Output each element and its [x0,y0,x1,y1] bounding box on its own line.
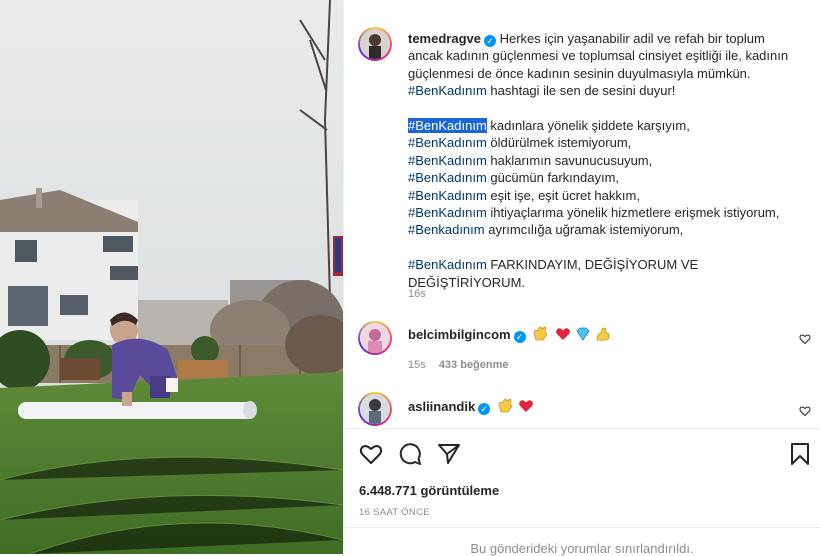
caption-text: ihtiyaçlarıma yönelik hizmetlere erişmek… [486,205,780,221]
comment-likes[interactable]: 433 beğenme [439,359,509,371]
heart-emoji [556,328,571,340]
hashtag-link[interactable]: #Benkadınım [408,222,485,237]
post-caption: temedragve ✓ Herkes için yaşanabilir adil… [408,30,808,291]
like-heart-icon[interactable] [359,442,383,466]
muscle-emoji [596,327,610,341]
author-avatar-image [360,29,390,59]
post-timestamp[interactable]: 16s [408,288,426,300]
caption-text: hashtagi ile sen de sesini duyur! [486,83,676,99]
comment-avatar-image [360,394,390,424]
hashtag-link[interactable]: #BenKadınım [408,83,487,98]
comment-bubble-icon[interactable] [398,442,422,466]
gem-emoji [576,327,590,341]
video-frame-illustration [0,0,343,554]
author-username[interactable]: temedragve [408,31,481,46]
hashtag-link[interactable]: #BenKadınım [408,257,487,272]
hashtag-link[interactable]: #BenKadınım [408,170,487,185]
comment-meta: 15s 433 beğenme [408,359,509,371]
comment-emojis [533,326,610,341]
comment-emojis [498,398,533,413]
hashtag-link-selected[interactable]: #BenKadınım [408,118,487,134]
verified-badge-icon: ✓ [478,403,491,415]
comment-avatar[interactable] [358,321,392,355]
hashtag-link[interactable]: #BenKadınım [408,135,487,150]
verified-badge-icon: ✓ [483,35,496,47]
comment-row: belcimbilgincom ✓ [408,326,619,343]
caption-line: güçlenmesi de önce kadının sesinin duyul… [408,65,751,81]
caption-line: Herkes için yaşanabilir adil ve refah bi… [499,31,765,46]
author-avatar[interactable] [358,27,392,61]
caption-text: gücümün farkındayım, [486,170,620,186]
verified-badge-icon: ✓ [513,331,526,343]
hashtag-link[interactable]: #BenKadınım [408,153,487,168]
comment-username[interactable]: asliinandik [408,399,475,414]
view-count[interactable]: 6.448.771 görüntüleme [359,483,499,498]
caption-text: haklarımın savunucusuyum, [486,152,653,168]
comment-time: 15s [408,359,426,371]
clap-emoji [498,398,513,413]
comment-avatar-image [360,323,390,353]
caption-text: kadınlara yönelik şiddete karşıyım, [486,118,690,134]
post-video[interactable] [0,0,343,554]
divider [344,428,820,429]
comment-avatar[interactable] [358,392,392,426]
like-comment-heart-icon[interactable] [799,405,811,417]
caption-text: eşit işe, eşit ücret hakkım, [486,187,640,203]
hashtag-link[interactable]: #BenKadınım [408,205,487,220]
post-date: 16 SAAT ÖNCE [359,507,430,518]
divider [344,527,820,528]
share-paper-plane-icon[interactable] [437,442,461,466]
heart-emoji [518,400,533,412]
hashtag-link[interactable]: #BenKadınım [408,188,487,203]
save-bookmark-icon[interactable] [789,442,811,466]
caption-text: ayrımcılığa uğramak istemiyorum, [484,222,684,238]
comment-username[interactable]: belcimbilgincom [408,327,511,342]
comment-row: asliinandik ✓ [408,398,538,415]
clap-emoji [533,326,548,341]
caption-text: öldürülmek istemiyorum, [486,135,632,151]
caption-line: ancak kadının güçlenmesi ve toplumsal ci… [408,48,789,64]
like-comment-heart-icon[interactable] [799,333,811,345]
